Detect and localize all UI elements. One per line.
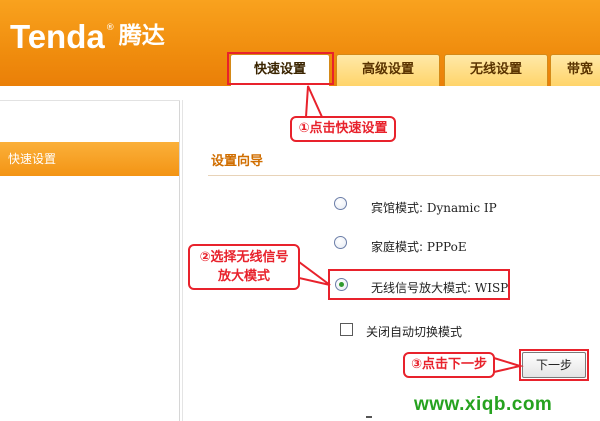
option-label-wisp: 无线信号放大模式: WISP [371, 279, 508, 296]
tab-bandwidth[interactable]: 带宽 [550, 54, 600, 86]
callout-step2: ②选择无线信号 放大模式 [188, 244, 300, 290]
sidebar-top-divider [0, 100, 180, 101]
tab-advanced-setup[interactable]: 高级设置 [336, 54, 440, 86]
sidebar-item-quick-setup[interactable]: 快速设置 [0, 142, 179, 176]
option-label-cn: 宾馆模式: [371, 201, 424, 215]
callout-step1: ①点击快速设置 [290, 116, 396, 142]
radio-dynamic-ip[interactable] [334, 197, 347, 210]
option-label-en: PPPoE [426, 240, 467, 254]
option-label-cn: 无线信号放大模式: [371, 281, 472, 295]
logo-text-cn: 腾达 [118, 22, 165, 49]
tenda-logo: Tenda ® 腾达 [10, 16, 165, 56]
auto-switch-label: 关闭自动切换模式 [366, 325, 463, 339]
option-label-cn: 家庭模式: [371, 240, 424, 254]
logo-text-en: Tenda [10, 17, 105, 55]
small-dash [366, 416, 372, 418]
auto-switch-checkbox[interactable] [340, 323, 353, 336]
callout-step2-line1: ②选择无线信号 [199, 250, 289, 265]
tab-wireless-setup[interactable]: 无线设置 [444, 54, 548, 86]
page-title: 设置向导 [211, 154, 264, 169]
watermark: www.xiqb.com [414, 394, 553, 415]
option-label-pppoe: 家庭模式: PPPoE [371, 238, 467, 255]
callout-step3: ③点击下一步 [403, 352, 495, 378]
title-divider [208, 175, 600, 176]
option-label-dynamic-ip: 宾馆模式: Dynamic IP [371, 199, 497, 216]
registered-mark: ® [105, 23, 115, 33]
option-label-en: Dynamic IP [426, 201, 497, 215]
callout-step2-line2: 放大模式 [217, 269, 270, 284]
radio-pppoe[interactable] [334, 236, 347, 249]
next-step-button[interactable]: 下一步 [522, 352, 586, 378]
tab-quick-setup[interactable]: 快速设置 [230, 54, 330, 86]
radio-wisp[interactable] [335, 278, 348, 291]
option-label-en: WISP [474, 281, 509, 295]
